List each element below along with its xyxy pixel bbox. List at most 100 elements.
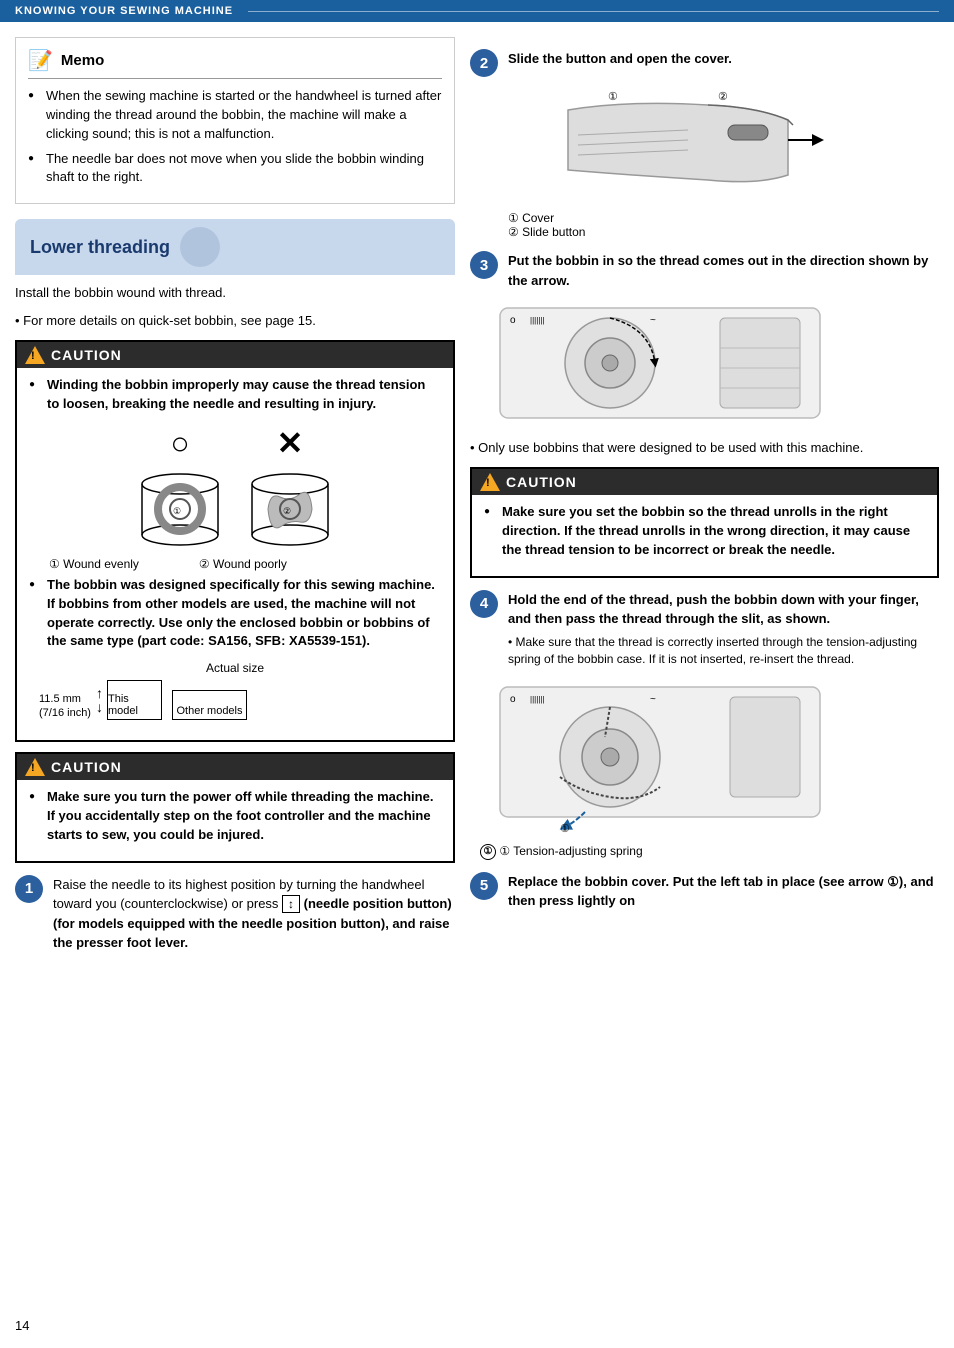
step-2-illustration-area: ① ② [470,85,939,239]
memo-box: 📝 Memo When the sewing machine is starte… [15,37,455,204]
caution-item-1-2: The bobbin was designed specifically for… [29,576,441,651]
caution-label-1: CAUTION [51,347,122,363]
memo-list: When the sewing machine is started or th… [28,87,442,187]
step-5-circle: 5 [470,872,498,900]
size-diagram: Actual size 11.5 mm(7/16 inch) ↑ ↓ [29,661,441,720]
step-4-text: Hold the end of the thread, push the bob… [508,590,939,669]
check-mark: ○ [170,425,189,462]
caution-list-1: Winding the bobbin improperly may cause … [29,376,441,414]
caution-triangle-icon [25,346,45,364]
step-2-label-2: ② Slide button [508,225,939,239]
step-4-illustration-area: o ||||||| ~ ① ① ① Tension-adjusting spri… [470,677,939,860]
svg-text:②: ② [718,91,728,103]
caution-list-2: Make sure you turn the power off while t… [29,788,441,845]
left-column: 📝 Memo When the sewing machine is starte… [15,37,455,961]
step-5-row: 5 Replace the bobbin cover. Put the left… [470,872,939,911]
caution-item-2-1-text: Make sure you turn the power off while t… [47,789,433,842]
step-4-title: Hold the end of the thread, push the bob… [508,592,919,627]
tension-circle: ① [480,844,496,860]
actual-size-label: Actual size [29,661,441,675]
tension-label: ① ① Tension-adjusting spring [480,844,939,860]
tension-label-text: ① Tension-adjusting spring [499,844,642,858]
size-dim-label: 11.5 mm(7/16 inch) [39,692,91,721]
section-title-box: Lower threading [15,219,455,275]
svg-text:①: ① [173,506,181,516]
section-intro-2: • For more details on quick-set bobbin, … [15,311,455,331]
bobbin-diagrams: ○ ① [29,424,441,547]
section-title-decoration [180,227,220,267]
svg-text:|||||||: ||||||| [530,695,545,704]
caution-box-3: CAUTION Make sure you set the bobbin so … [470,467,939,578]
bobbin-bad-svg: ② [245,472,335,547]
memo-item-2: The needle bar does not move when you sl… [28,150,442,188]
caution-triangle-icon-2 [25,758,45,776]
svg-text:|||||||: ||||||| [530,316,545,325]
right-column: 2 Slide the button and open the cover. ①… [470,37,939,961]
svg-text:~: ~ [650,315,656,326]
page-number: 14 [15,1318,29,1333]
caution-list-1b: The bobbin was designed specifically for… [29,576,441,651]
content-area: 📝 Memo When the sewing machine is starte… [0,22,954,971]
caution-item-1-1-text: Winding the bobbin improperly may cause … [47,377,425,411]
memo-title-text: Memo [61,52,104,69]
step-3-row: 3 Put the bobbin in so the thread comes … [470,251,939,290]
step-2-text: Slide the button and open the cover. [508,49,939,69]
step-4-note: Make sure that the thread is correctly i… [508,634,939,669]
caution-triangle-icon-3 [480,473,500,491]
bobbin-good: ○ ① [135,425,225,547]
step-5-main-text: Replace the bobbin cover. Put the left t… [508,874,934,909]
caution-header-1: CAUTION [17,342,453,368]
this-model-box: This model [107,680,162,720]
caution-label-2: CAUTION [51,759,122,775]
page: KNOWING YOUR SEWING MACHINE 📝 Memo When … [0,0,954,1348]
svg-text:~: ~ [650,694,656,705]
header-bar: KNOWING YOUR SEWING MACHINE [0,0,954,22]
caution-item-1-2-text: The bobbin was designed specifically for… [47,577,435,649]
caution-item-3-1: Make sure you set the bobbin so the thre… [484,503,925,560]
step-1-circle: 1 [15,875,43,903]
caution-item-3-text: Make sure you set the bobbin so the thre… [502,504,910,557]
step-3-note: Only use bobbins that were designed to b… [470,439,939,457]
step-3-title: Put the bobbin in so the thread comes ou… [508,253,928,288]
step-1-text: Raise the needle to its highest position… [53,875,455,953]
caution-label-3: CAUTION [506,474,577,490]
step-1-row: 1 Raise the needle to its highest positi… [15,875,455,953]
section-title: Lower threading [30,237,170,258]
step-3-circle: 3 [470,251,498,279]
needle-position-button-symbol: ↕ [282,895,300,913]
step-4-svg: o ||||||| ~ ① [480,677,830,837]
x-mark: ✕ [277,424,304,462]
step-2-title: Slide the button and open the cover. [508,51,732,66]
diagram-label-1: ① Wound evenly [49,557,139,571]
caution-item-2-1: Make sure you turn the power off while t… [29,788,441,845]
caution-box-2: CAUTION Make sure you turn the power off… [15,752,455,863]
step-2-row: 2 Slide the button and open the cover. [470,49,939,77]
svg-text:②: ② [283,506,291,516]
other-models-box: Other models [172,690,247,720]
step-5-text: Replace the bobbin cover. Put the left t… [508,872,939,911]
caution-list-3: Make sure you set the bobbin so the thre… [484,503,925,560]
step-4-circle: 4 [470,590,498,618]
bobbin-bad: ✕ ② [245,424,335,547]
memo-title: 📝 Memo [28,48,442,79]
step-2-svg: ① ② [508,85,828,205]
step-3-illustration-area: o ||||||| ~ [470,298,939,431]
diagram-labels: ① Wound evenly ② Wound poorly [49,557,441,571]
step-3-text: Put the bobbin in so the thread comes ou… [508,251,939,290]
bobbin-good-svg: ① [135,472,225,547]
step-2-figure-labels: ① Cover ② Slide button [508,211,939,239]
caution-item-1-1: Winding the bobbin improperly may cause … [29,376,441,414]
memo-icon: 📝 [28,48,53,73]
header-text: KNOWING YOUR SEWING MACHINE [15,5,233,17]
svg-text:o: o [510,315,516,326]
svg-text:o: o [510,694,516,705]
svg-text:①: ① [560,823,570,835]
step-2-circle: 2 [470,49,498,77]
step-5-title: Replace the bobbin cover. Put the left t… [508,874,934,909]
memo-item-1: When the sewing machine is started or th… [28,87,442,144]
svg-text:①: ① [608,91,618,103]
step-3-svg: o ||||||| ~ [480,298,830,428]
caution-box-1: CAUTION Winding the bobbin improperly ma… [15,340,455,742]
caution-header-3: CAUTION [472,469,937,495]
diagram-label-2: ② Wound poorly [199,557,287,571]
